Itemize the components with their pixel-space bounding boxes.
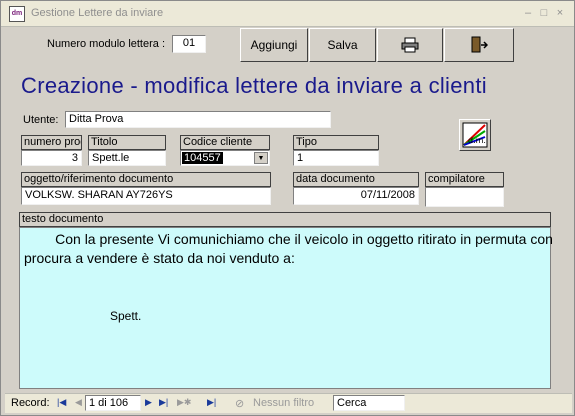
utente-label: Utente: [23,114,59,126]
new-record-icon[interactable]: ▶✱ [177,397,191,408]
modulo-number-field[interactable]: 01 [172,35,206,53]
data-documento-header: data documento [293,172,419,187]
oggetto-header: oggetto/riferimento documento [21,172,271,187]
modulo-label: Numero modulo lettera : [47,38,165,50]
add-button[interactable]: Aggiungi [240,28,308,62]
svg-text:d.m.: d.m. [468,136,486,145]
data-documento-field[interactable]: 07/11/2008 [293,187,419,205]
codice-cliente-combobox[interactable]: 104557 ▼ [180,150,270,166]
filter-icon[interactable]: ⊘ [235,397,244,410]
printer-icon [401,37,419,53]
title-bar: dm Gestione Lettere da inviare – □ × [1,1,574,27]
compilatore-field[interactable] [425,187,504,207]
search-field[interactable]: Cerca [333,395,405,411]
chevron-down-icon[interactable]: ▼ [254,152,268,164]
exit-button[interactable] [444,28,514,62]
last-record-icon[interactable]: ▶| [159,397,168,408]
minimize-button[interactable]: – [521,6,535,20]
codice-cliente-value: 104557 [182,152,223,164]
testo-textarea[interactable]: Con la presente Vi comunichiamo che il v… [19,227,553,389]
print-button[interactable] [377,28,443,62]
testo-line-3: Spett. [110,309,142,323]
tipo-field[interactable]: 1 [293,150,379,166]
delete-record-icon[interactable]: ▶| [207,397,216,408]
testo-line-1: Con la presente Vi comunichiamo che il v… [24,231,553,247]
codice-cliente-header: Codice cliente [180,135,270,150]
save-button[interactable]: Salva [309,28,376,62]
next-record-icon[interactable]: ▶ [145,397,152,408]
oggetto-field[interactable]: VOLKSW. SHARAN AY726YS [21,187,271,205]
numero-prog-header: numero prog [21,135,82,150]
record-position-field[interactable]: 1 di 106 [85,395,141,411]
testo-line-2: procura a vendere è stato da noi venduto… [24,250,295,266]
close-button[interactable]: × [553,6,567,20]
filter-label[interactable]: Nessun filtro [253,397,314,409]
report-button[interactable]: d.m. [459,119,491,151]
titolo-field[interactable]: Spett.le [88,150,166,166]
window-title: Gestione Lettere da inviare [31,7,164,19]
utente-field[interactable]: Ditta Prova [65,111,331,128]
app-window: dm Gestione Lettere da inviare – □ × Num… [0,0,575,416]
tipo-header: Tipo [293,135,379,150]
page-title: Creazione - modifica lettere da inviare … [21,73,487,98]
numero-prog-field[interactable]: 3 [21,150,82,166]
titolo-header: Titolo [88,135,166,150]
restore-button[interactable]: □ [537,6,551,20]
exit-door-icon [471,36,489,53]
chart-report-icon: d.m. [462,122,488,148]
first-record-icon[interactable]: |◀ [57,397,66,408]
testo-header: testo documento [19,212,551,227]
app-logo-icon: dm [9,6,25,22]
record-navigation-bar: Record: |◀ ◀ 1 di 106 ▶ ▶| ▶✱ ▶| ⊘ Nessu… [5,393,572,413]
prev-record-icon[interactable]: ◀ [75,397,82,408]
record-label: Record: [11,397,50,409]
compilatore-header: compilatore [425,172,504,187]
